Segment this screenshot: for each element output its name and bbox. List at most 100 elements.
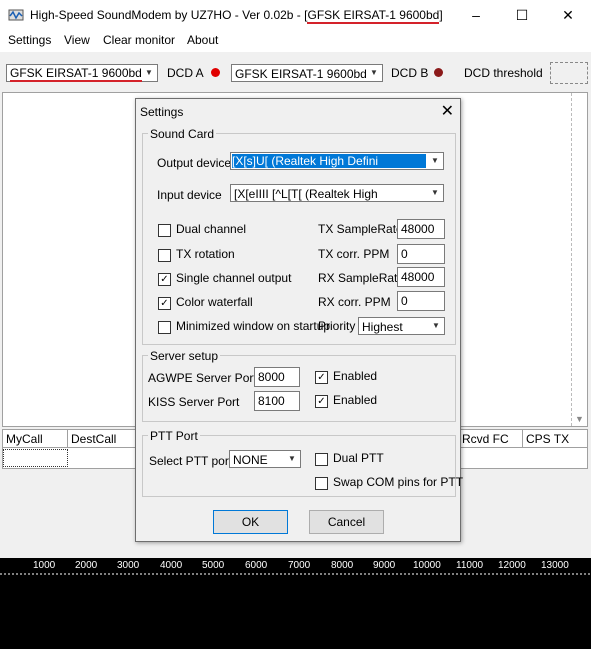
close-button[interactable]: ✕ — [545, 0, 591, 30]
grid-header-cps-tx[interactable]: CPS TX — [523, 430, 587, 448]
menu-clear-monitor[interactable]: Clear monitor — [103, 33, 175, 47]
tx-rotation-label: TX rotation — [176, 247, 235, 261]
dialog-title: Settings — [140, 105, 184, 119]
app-icon — [8, 7, 24, 23]
menu-about[interactable]: About — [187, 33, 218, 47]
input-device-select[interactable]: [X[eIIII [^L[T[ (Realtek High ▼ — [230, 184, 444, 202]
single-channel-checkbox[interactable]: ✓ — [158, 273, 171, 286]
chevron-down-icon: ▼ — [432, 321, 440, 330]
waterfall-display[interactable]: 1000 2000 3000 4000 5000 6000 7000 8000 … — [0, 558, 591, 649]
freq-tick: 2000 — [75, 560, 98, 571]
single-channel-label: Single channel output — [176, 271, 292, 285]
kiss-enabled-checkbox[interactable]: ✓ — [315, 395, 328, 408]
rx-ppm-input[interactable]: 0 — [397, 291, 445, 311]
title-bar: High-Speed SoundModem by UZ7HO - Ver 0.0… — [0, 0, 591, 30]
waterfall-scale — [0, 573, 591, 575]
chevron-down-icon: ▼ — [431, 156, 439, 165]
window-title: High-Speed SoundModem by UZ7HO - Ver 0.0… — [30, 8, 443, 24]
dialog-close-icon[interactable]: ✕ — [441, 101, 454, 121]
chevron-down-icon: ▼ — [370, 68, 378, 77]
toolbar: GFSK EIRSAT-1 9600bd ▼ DCD A GFSK EIRSAT… — [0, 56, 591, 90]
modem-a-select[interactable]: GFSK EIRSAT-1 9600bd ▼ — [6, 64, 158, 82]
rx-samplerate-input[interactable]: 48000 — [397, 267, 445, 287]
dual-channel-label: Dual channel — [176, 222, 247, 236]
chevron-down-icon: ▼ — [288, 454, 296, 463]
dcd-threshold-slider[interactable] — [550, 62, 588, 84]
priority-label: Priority — [318, 319, 356, 333]
input-device-value: [X[eIIII [^L[T[ (Realtek High — [234, 187, 378, 201]
rx-samplerate-label: RX SampleRate — [318, 271, 405, 285]
minimize-button[interactable]: – — [453, 0, 499, 30]
agwpe-port-label: AGWPE Server Port — [148, 371, 257, 385]
kiss-port-label: KISS Server Port — [148, 395, 240, 409]
freq-tick: 11000 — [456, 560, 484, 571]
cancel-button[interactable]: Cancel — [309, 510, 384, 534]
color-waterfall-label: Color waterfall — [176, 295, 253, 309]
tx-samplerate-input[interactable]: 48000 — [397, 219, 445, 239]
freq-tick: 4000 — [160, 560, 183, 571]
grid-header-mycall[interactable]: MyCall — [3, 430, 68, 448]
menu-bar: Settings View Clear monitor About — [0, 30, 591, 52]
tx-samplerate-label: TX SampleRate — [318, 222, 403, 236]
tx-rotation-checkbox[interactable] — [158, 249, 171, 262]
freq-tick: 1000 — [33, 560, 56, 571]
dcd-threshold-label: DCD threshold — [464, 66, 543, 80]
dcd-a-label: DCD A — [167, 66, 204, 80]
scroll-down-icon[interactable]: ▼ — [575, 414, 584, 424]
swap-com-label: Swap COM pins for PTT — [333, 475, 464, 489]
grid-header-rcvd-fc[interactable]: Rcvd FC — [459, 430, 523, 448]
dcd-b-indicator — [434, 68, 443, 77]
minimized-startup-label: Minimized window on startup — [176, 319, 331, 333]
ok-button[interactable]: OK — [213, 510, 288, 534]
swap-com-checkbox[interactable] — [315, 477, 328, 490]
grid-cell-selected[interactable] — [3, 449, 68, 467]
modem-a-value: GFSK EIRSAT-1 9600bd — [10, 66, 142, 82]
rx-ppm-label: RX corr. PPM — [318, 295, 391, 309]
kiss-port-input[interactable]: 8100 — [254, 391, 300, 411]
dcd-a-indicator — [211, 68, 220, 77]
output-device-label: Output device — [157, 156, 232, 170]
chevron-down-icon: ▼ — [145, 68, 153, 77]
freq-tick: 6000 — [245, 560, 268, 571]
freq-tick: 9000 — [373, 560, 396, 571]
output-device-value: [X[s]U[ (Realtek High Defini — [232, 154, 426, 168]
freq-tick: 10000 — [413, 560, 441, 571]
dual-ptt-checkbox[interactable] — [315, 453, 328, 466]
freq-tick: 13000 — [541, 560, 569, 571]
tx-ppm-input[interactable]: 0 — [397, 244, 445, 264]
freq-tick: 3000 — [117, 560, 140, 571]
ptt-port-label: Select PTT port — [149, 454, 233, 468]
agwpe-port-input[interactable]: 8000 — [254, 367, 300, 387]
menu-view[interactable]: View — [64, 33, 90, 47]
output-device-select[interactable]: [X[s]U[ (Realtek High Defini ▼ — [230, 152, 444, 170]
grid-header-destcall[interactable]: DestCall — [68, 430, 138, 448]
priority-value: Highest — [362, 320, 403, 334]
priority-select[interactable]: Highest ▼ — [358, 317, 445, 335]
input-device-label: Input device — [157, 188, 222, 202]
dcd-b-label: DCD B — [391, 66, 429, 80]
freq-tick: 12000 — [498, 560, 526, 571]
ptt-port-select[interactable]: NONE ▼ — [229, 450, 301, 468]
server-setup-group — [142, 355, 456, 422]
modem-b-select[interactable]: GFSK EIRSAT-1 9600bd ▼ — [231, 64, 383, 82]
color-waterfall-checkbox[interactable]: ✓ — [158, 297, 171, 310]
modem-b-value: GFSK EIRSAT-1 9600bd — [235, 67, 367, 81]
ptt-port-group-title: PTT Port — [148, 429, 200, 443]
sound-card-group-title: Sound Card — [148, 127, 217, 141]
freq-tick: 8000 — [331, 560, 354, 571]
kiss-enabled-label: Enabled — [333, 393, 378, 407]
tx-ppm-label: TX corr. PPM — [318, 247, 390, 261]
agwpe-enabled-label: Enabled — [333, 369, 378, 383]
maximize-button[interactable]: ☐ — [499, 0, 545, 30]
chevron-down-icon: ▼ — [431, 188, 439, 197]
dual-ptt-label: Dual PTT — [333, 451, 384, 465]
dual-channel-checkbox[interactable] — [158, 224, 171, 237]
freq-tick: 7000 — [288, 560, 311, 571]
minimized-startup-checkbox[interactable] — [158, 321, 171, 334]
menu-settings[interactable]: Settings — [8, 33, 51, 47]
monitor-scrollbar[interactable]: ▼ — [571, 93, 587, 426]
settings-dialog: Settings ✕ Sound Card Output device [X[s… — [135, 98, 464, 542]
freq-tick: 5000 — [202, 560, 225, 571]
server-setup-group-title: Server setup — [148, 349, 221, 363]
agwpe-enabled-checkbox[interactable]: ✓ — [315, 371, 328, 384]
